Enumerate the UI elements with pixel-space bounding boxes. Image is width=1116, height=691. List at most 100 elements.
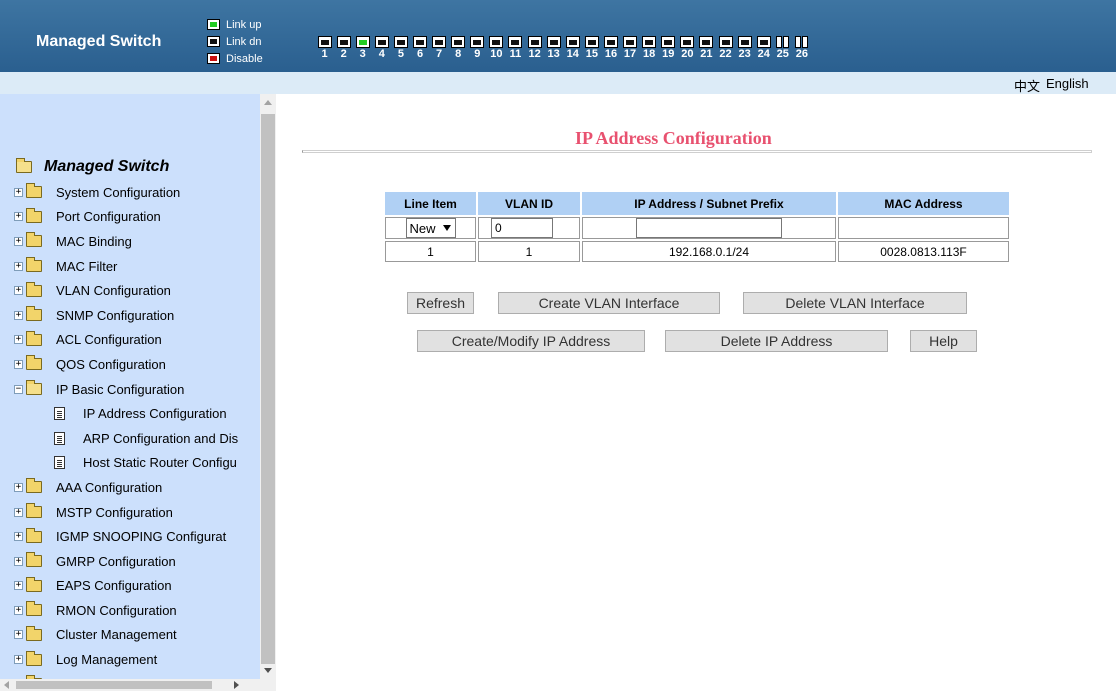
sidebar-item[interactable]: + Log Management: [14, 647, 238, 672]
ethernet-port-icon: [737, 36, 752, 48]
scroll-up-icon[interactable]: [264, 100, 272, 105]
port-21[interactable]: 21: [697, 36, 716, 60]
expand-icon[interactable]: +: [14, 359, 23, 369]
expand-icon[interactable]: +: [14, 507, 23, 517]
port-number: 11: [509, 48, 522, 60]
port-12[interactable]: 12: [525, 36, 544, 60]
create-vlan-interface-button[interactable]: Create VLAN Interface: [498, 292, 720, 314]
port-19[interactable]: 19: [659, 36, 678, 60]
port-25[interactable]: 25: [773, 36, 792, 60]
sidebar-item[interactable]: + MSTP Configuration: [14, 500, 238, 525]
port-20[interactable]: 20: [678, 36, 697, 60]
expand-icon[interactable]: +: [14, 556, 23, 566]
port-1[interactable]: 1: [315, 36, 334, 60]
port-9[interactable]: 9: [468, 36, 487, 60]
delete-ip-address-button[interactable]: Delete IP Address: [665, 330, 888, 352]
create-modify-ip-button[interactable]: Create/Modify IP Address: [417, 330, 645, 352]
port-5[interactable]: 5: [391, 36, 410, 60]
scroll-right-icon[interactable]: [234, 681, 239, 689]
port-26[interactable]: 26: [792, 36, 811, 60]
scroll-left-icon[interactable]: [4, 681, 9, 689]
sidebar-item[interactable]: + Cluster Management: [14, 623, 238, 648]
folder-icon: [26, 232, 42, 248]
expand-icon[interactable]: +: [14, 310, 23, 320]
port-15[interactable]: 15: [582, 36, 601, 60]
expand-icon[interactable]: +: [14, 605, 23, 615]
port-6[interactable]: 6: [410, 36, 429, 60]
port-number: 3: [359, 48, 366, 60]
sidebar-item[interactable]: Host Static Router Configu: [26, 451, 238, 476]
collapse-icon[interactable]: −: [14, 384, 23, 394]
sidebar-item[interactable]: + GMRP Configuration: [14, 549, 238, 574]
new-vlan-cell: [478, 217, 580, 239]
sidebar-item[interactable]: + VLAN Configuration: [14, 278, 238, 303]
sidebar-item[interactable]: + EAPS Configuration: [14, 574, 238, 599]
port-23[interactable]: 23: [735, 36, 754, 60]
sidebar-item[interactable]: + QOS Configuration: [14, 352, 238, 377]
port-10[interactable]: 10: [487, 36, 506, 60]
port-16[interactable]: 16: [601, 36, 620, 60]
expand-icon[interactable]: +: [14, 261, 23, 271]
expand-icon[interactable]: +: [14, 236, 23, 246]
port-2[interactable]: 2: [334, 36, 353, 60]
port-24[interactable]: 24: [754, 36, 773, 60]
expand-icon[interactable]: +: [14, 630, 23, 640]
sidebar-item-label: RMON Configuration: [56, 602, 177, 618]
port-4[interactable]: 4: [372, 36, 391, 60]
port-18[interactable]: 18: [640, 36, 659, 60]
help-button[interactable]: Help: [910, 330, 977, 352]
table-row[interactable]: 1 1 192.168.0.1/24 0028.0813.113F: [385, 241, 1009, 262]
port-14[interactable]: 14: [563, 36, 582, 60]
sidebar-item[interactable]: + ACL Configuration: [14, 328, 238, 353]
legend-link-up: Link up: [207, 16, 263, 33]
lang-english-link[interactable]: English: [1046, 76, 1089, 91]
ethernet-port-icon: [680, 36, 695, 48]
port-11[interactable]: 11: [506, 36, 525, 60]
scroll-thumb[interactable]: [261, 114, 275, 664]
sidebar-item-label: GMRP Configuration: [56, 553, 176, 569]
expand-icon[interactable]: +: [14, 335, 23, 345]
ip-address-input[interactable]: [636, 218, 782, 238]
sidebar-item[interactable]: + IGMP SNOOPING Configurat: [14, 524, 238, 549]
sidebar-item[interactable]: + SNMP Configuration: [14, 303, 238, 328]
expand-icon[interactable]: +: [14, 532, 23, 542]
sidebar-item[interactable]: +POE Power Control: [14, 672, 238, 679]
expand-icon[interactable]: +: [14, 581, 23, 591]
expand-icon[interactable]: +: [14, 655, 23, 665]
expand-icon[interactable]: +: [14, 187, 23, 197]
port-17[interactable]: 17: [621, 36, 640, 60]
port-13[interactable]: 13: [544, 36, 563, 60]
sidebar-item[interactable]: + Port Configuration: [14, 205, 238, 230]
expand-icon[interactable]: +: [14, 482, 23, 492]
line-item-select[interactable]: New: [405, 218, 456, 238]
port-3[interactable]: 3: [353, 36, 372, 60]
page-title: IP Address Configuration: [575, 128, 772, 148]
sidebar-item[interactable]: + MAC Filter: [14, 254, 238, 279]
sidebar-item[interactable]: − IP Basic Configuration: [14, 377, 238, 402]
sidebar-item-label: MAC Filter: [56, 258, 118, 274]
new-ip-cell: [582, 217, 836, 239]
sidebar-item[interactable]: + AAA Configuration: [14, 475, 238, 500]
vlan-id-input[interactable]: [491, 218, 553, 238]
port-7[interactable]: 7: [430, 36, 449, 60]
expand-icon[interactable]: +: [14, 212, 23, 222]
port-8[interactable]: 8: [449, 36, 468, 60]
expand-icon[interactable]: +: [14, 286, 23, 296]
row-mac-address: 0028.0813.113F: [838, 241, 1009, 262]
delete-vlan-interface-button[interactable]: Delete VLAN Interface: [743, 292, 967, 314]
sidebar-item[interactable]: IP Address Configuration: [26, 401, 238, 426]
lang-chinese-link[interactable]: 中文: [1014, 76, 1040, 95]
sidebar-item[interactable]: + System Configuration: [14, 180, 238, 205]
scroll-down-icon[interactable]: [264, 668, 272, 673]
sidebar-horizontal-scrollbar[interactable]: [0, 679, 276, 691]
sidebar-vertical-scrollbar[interactable]: [260, 94, 276, 679]
tree-root[interactable]: Managed Switch: [16, 158, 169, 176]
hscroll-thumb[interactable]: [16, 681, 212, 689]
folder-icon: [26, 355, 42, 371]
refresh-button[interactable]: Refresh: [407, 292, 474, 314]
sidebar-item[interactable]: + MAC Binding: [14, 229, 238, 254]
sidebar-item[interactable]: ARP Configuration and Dis: [26, 426, 238, 451]
port-22[interactable]: 22: [716, 36, 735, 60]
sidebar-item[interactable]: + RMON Configuration: [14, 598, 238, 623]
folder-icon: [26, 281, 42, 297]
